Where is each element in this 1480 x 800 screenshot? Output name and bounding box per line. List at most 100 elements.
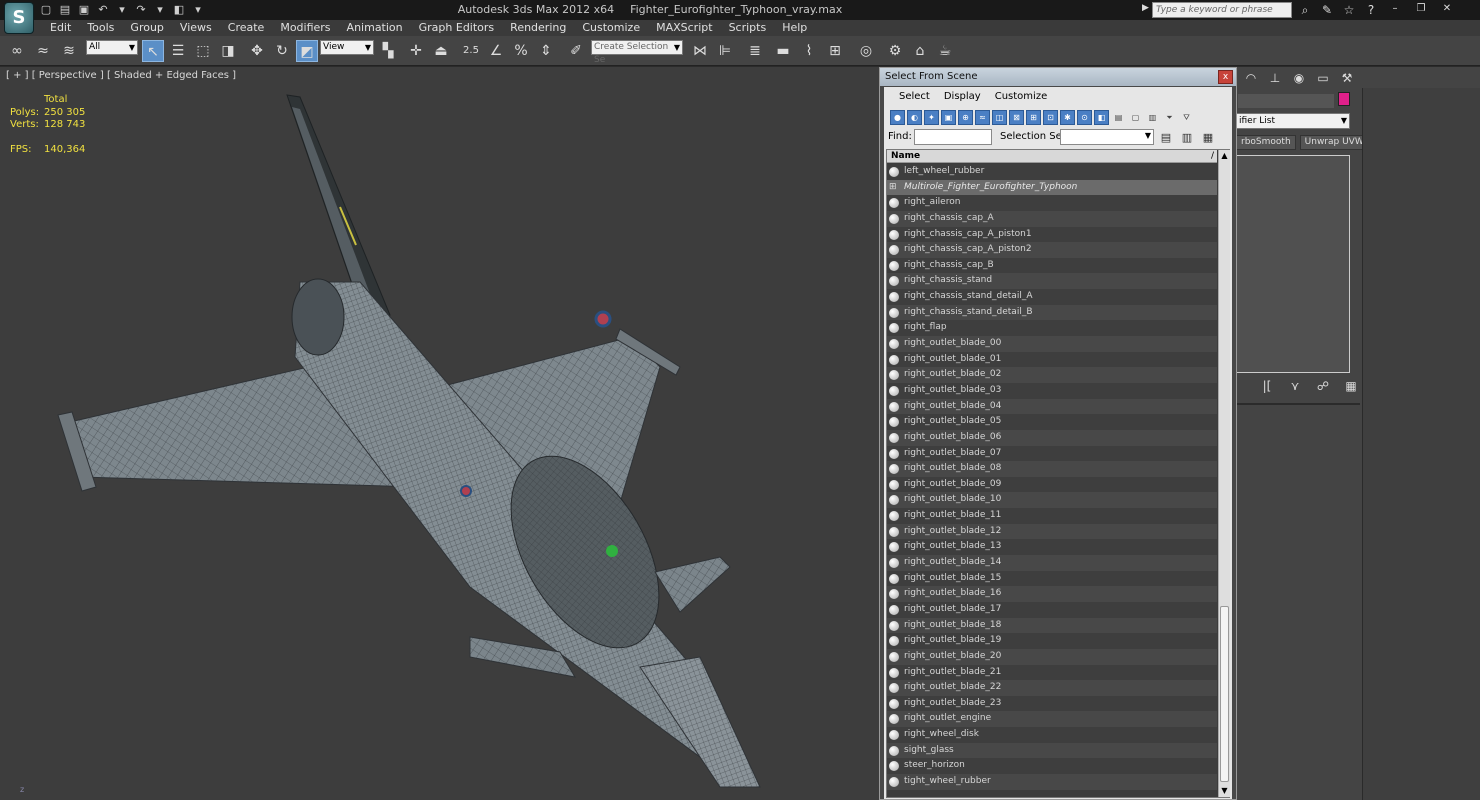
display-tab-icon[interactable]: ▭: [1314, 69, 1332, 87]
select-invert-icon[interactable]: ▥: [1145, 109, 1160, 125]
list-item[interactable]: sight_glass: [887, 742, 1217, 759]
list-item[interactable]: right_outlet_blade_04: [887, 398, 1217, 415]
graphite-ribbon-icon[interactable]: ▬: [772, 40, 794, 62]
list-item[interactable]: right_outlet_blade_18: [887, 617, 1217, 634]
menu-animation[interactable]: Animation: [339, 20, 411, 36]
reference-coordinate-dropdown[interactable]: View ▼: [320, 40, 374, 55]
list-item[interactable]: right_chassis_stand: [887, 273, 1217, 290]
named-selection-dropdown[interactable]: Create Selection Se ▼: [591, 40, 683, 65]
show-end-result-icon[interactable]: ⋎: [1286, 377, 1304, 395]
menu-tools[interactable]: Tools: [79, 20, 122, 36]
groups-filter-icon[interactable]: ◫: [992, 109, 1007, 125]
hierarchy-tab-icon[interactable]: ⊥: [1266, 69, 1284, 87]
configure-filter-icon[interactable]: ⛛: [1179, 109, 1194, 125]
app-logo-button[interactable]: S: [4, 2, 34, 34]
modifier-stack[interactable]: [1236, 155, 1350, 373]
help-icon[interactable]: ?: [1362, 1, 1380, 19]
aircraft-wireframe-model[interactable]: [0, 67, 880, 800]
list-item[interactable]: right_outlet_blade_00: [887, 336, 1217, 352]
list-item[interactable]: tight_wheel_rubber: [887, 773, 1217, 790]
render-setup-icon[interactable]: ⚙: [884, 40, 906, 62]
list-item[interactable]: right_outlet_blade_12: [887, 523, 1217, 540]
list-item[interactable]: right_chassis_cap_A_piston2: [887, 242, 1217, 258]
scene-object-list[interactable]: Name / left_wheel_rubber ⊞ Multirole_Fighte…: [886, 149, 1230, 798]
curve-editor-icon[interactable]: ⌇: [798, 40, 820, 62]
select-by-name-icon[interactable]: ☰: [167, 40, 189, 62]
minimize-button[interactable]: –: [1384, 1, 1406, 17]
list-item[interactable]: right_outlet_engine: [887, 711, 1217, 728]
mirror-icon[interactable]: ⋈: [689, 40, 711, 62]
list-item[interactable]: right_chassis_stand_detail_B: [887, 304, 1217, 321]
bind-space-warp-icon[interactable]: ≋: [58, 40, 80, 62]
link-icon[interactable]: ∞: [6, 40, 28, 62]
configure-modifier-sets-icon[interactable]: ▦: [1342, 377, 1360, 395]
display-all-icon[interactable]: ◧: [1094, 109, 1109, 125]
column-header-name[interactable]: Name /: [887, 150, 1217, 163]
find-input[interactable]: [914, 129, 992, 145]
pin-stack-icon[interactable]: |[: [1258, 377, 1276, 395]
perspective-viewport[interactable]: [ + ] [ Perspective ] [ Shaded + Edged F…: [0, 67, 880, 800]
motion-tab-icon[interactable]: ◉: [1290, 69, 1308, 87]
list-item[interactable]: right_outlet_blade_19: [887, 633, 1217, 649]
snaps-toggle-icon[interactable]: 2.5: [460, 40, 482, 62]
select-all-icon[interactable]: ▤: [1111, 109, 1126, 125]
search-arrow-icon[interactable]: ▶: [1142, 3, 1150, 17]
list-item[interactable]: right_outlet_blade_01: [887, 351, 1217, 368]
select-and-scale-icon[interactable]: ◩: [296, 40, 318, 62]
bones-filter-icon[interactable]: ⊞: [1026, 109, 1041, 125]
render-production-icon[interactable]: ☕: [934, 40, 956, 62]
create-selection-set-icon[interactable]: ▤: [1158, 130, 1174, 146]
list-item[interactable]: right_flap: [887, 320, 1217, 337]
containers-filter-icon[interactable]: ⊡: [1043, 109, 1058, 125]
remove-from-selection-set-icon[interactable]: ▦: [1200, 130, 1216, 146]
add-to-selection-set-icon[interactable]: ▥: [1179, 130, 1195, 146]
space-warps-filter-icon[interactable]: ≈: [975, 109, 990, 125]
list-item[interactable]: steer_horizon: [887, 758, 1217, 774]
select-and-rotate-icon[interactable]: ↻: [271, 40, 293, 62]
list-item[interactable]: right_outlet_blade_23: [887, 695, 1217, 712]
selection-set-dropdown[interactable]: ▼: [1060, 129, 1154, 145]
keyboard-shortcut-override-icon[interactable]: ⏏: [430, 40, 452, 62]
close-window-button[interactable]: ✕: [1436, 1, 1458, 17]
align-icon[interactable]: ⊫: [714, 40, 736, 62]
unlink-icon[interactable]: ≈: [32, 40, 54, 62]
schematic-view-icon[interactable]: ⊞: [824, 40, 846, 62]
modifier-list-dropdown[interactable]: ifier List ▼: [1236, 113, 1350, 129]
list-item[interactable]: right_aileron: [887, 195, 1217, 211]
window-crossing-icon[interactable]: ◨: [217, 40, 239, 62]
material-editor-icon[interactable]: ◎: [855, 40, 877, 62]
list-item[interactable]: right_outlet_blade_10: [887, 492, 1217, 509]
list-item[interactable]: right_outlet_blade_15: [887, 570, 1217, 587]
menu-views[interactable]: Views: [172, 20, 220, 36]
list-item[interactable]: right_chassis_cap_A_piston1: [887, 226, 1217, 243]
list-item[interactable]: right_outlet_blade_21: [887, 664, 1217, 681]
list-item[interactable]: right_chassis_cap_A: [887, 210, 1217, 227]
object-name-field[interactable]: [1238, 94, 1334, 108]
rendered-frame-window-icon[interactable]: ⌂: [909, 40, 931, 62]
dialog-menu-select[interactable]: Select: [892, 87, 937, 107]
tools-icon[interactable]: ✎: [1318, 1, 1336, 19]
dialog-menu-customize[interactable]: Customize: [988, 87, 1055, 107]
menu-help[interactable]: Help: [774, 20, 815, 36]
list-item[interactable]: right_outlet_blade_09: [887, 476, 1217, 493]
list-item[interactable]: right_outlet_blade_22: [887, 680, 1217, 696]
list-item[interactable]: right_outlet_blade_08: [887, 461, 1217, 477]
geometry-filter-icon[interactable]: ●: [890, 109, 905, 125]
list-item[interactable]: right_outlet_blade_11: [887, 508, 1217, 524]
dialog-title[interactable]: Select From Scene: [880, 68, 1236, 86]
search-input[interactable]: Type a keyword or phrase: [1152, 2, 1292, 18]
list-item[interactable]: ⊞ Multirole_Fighter_Eurofighter_Typhoon: [887, 179, 1217, 196]
scrollbar-thumb[interactable]: [1220, 606, 1229, 782]
helpers-filter-icon[interactable]: ⊕: [958, 109, 973, 125]
filter-icon[interactable]: ⏷: [1162, 109, 1177, 125]
list-item[interactable]: right_outlet_blade_20: [887, 648, 1217, 665]
hidden-filter-icon[interactable]: ⊙: [1077, 109, 1092, 125]
select-none-icon[interactable]: ▢: [1128, 109, 1143, 125]
scroll-down-icon[interactable]: ▼: [1219, 785, 1230, 797]
select-object-icon[interactable]: ↖: [142, 40, 164, 62]
frozen-filter-icon[interactable]: ✱: [1060, 109, 1075, 125]
menu-modifiers[interactable]: Modifiers: [272, 20, 338, 36]
modify-tab-icon[interactable]: ◠: [1242, 69, 1260, 87]
menu-customize[interactable]: Customize: [574, 20, 648, 36]
scroll-up-icon[interactable]: ▲: [1219, 150, 1230, 162]
